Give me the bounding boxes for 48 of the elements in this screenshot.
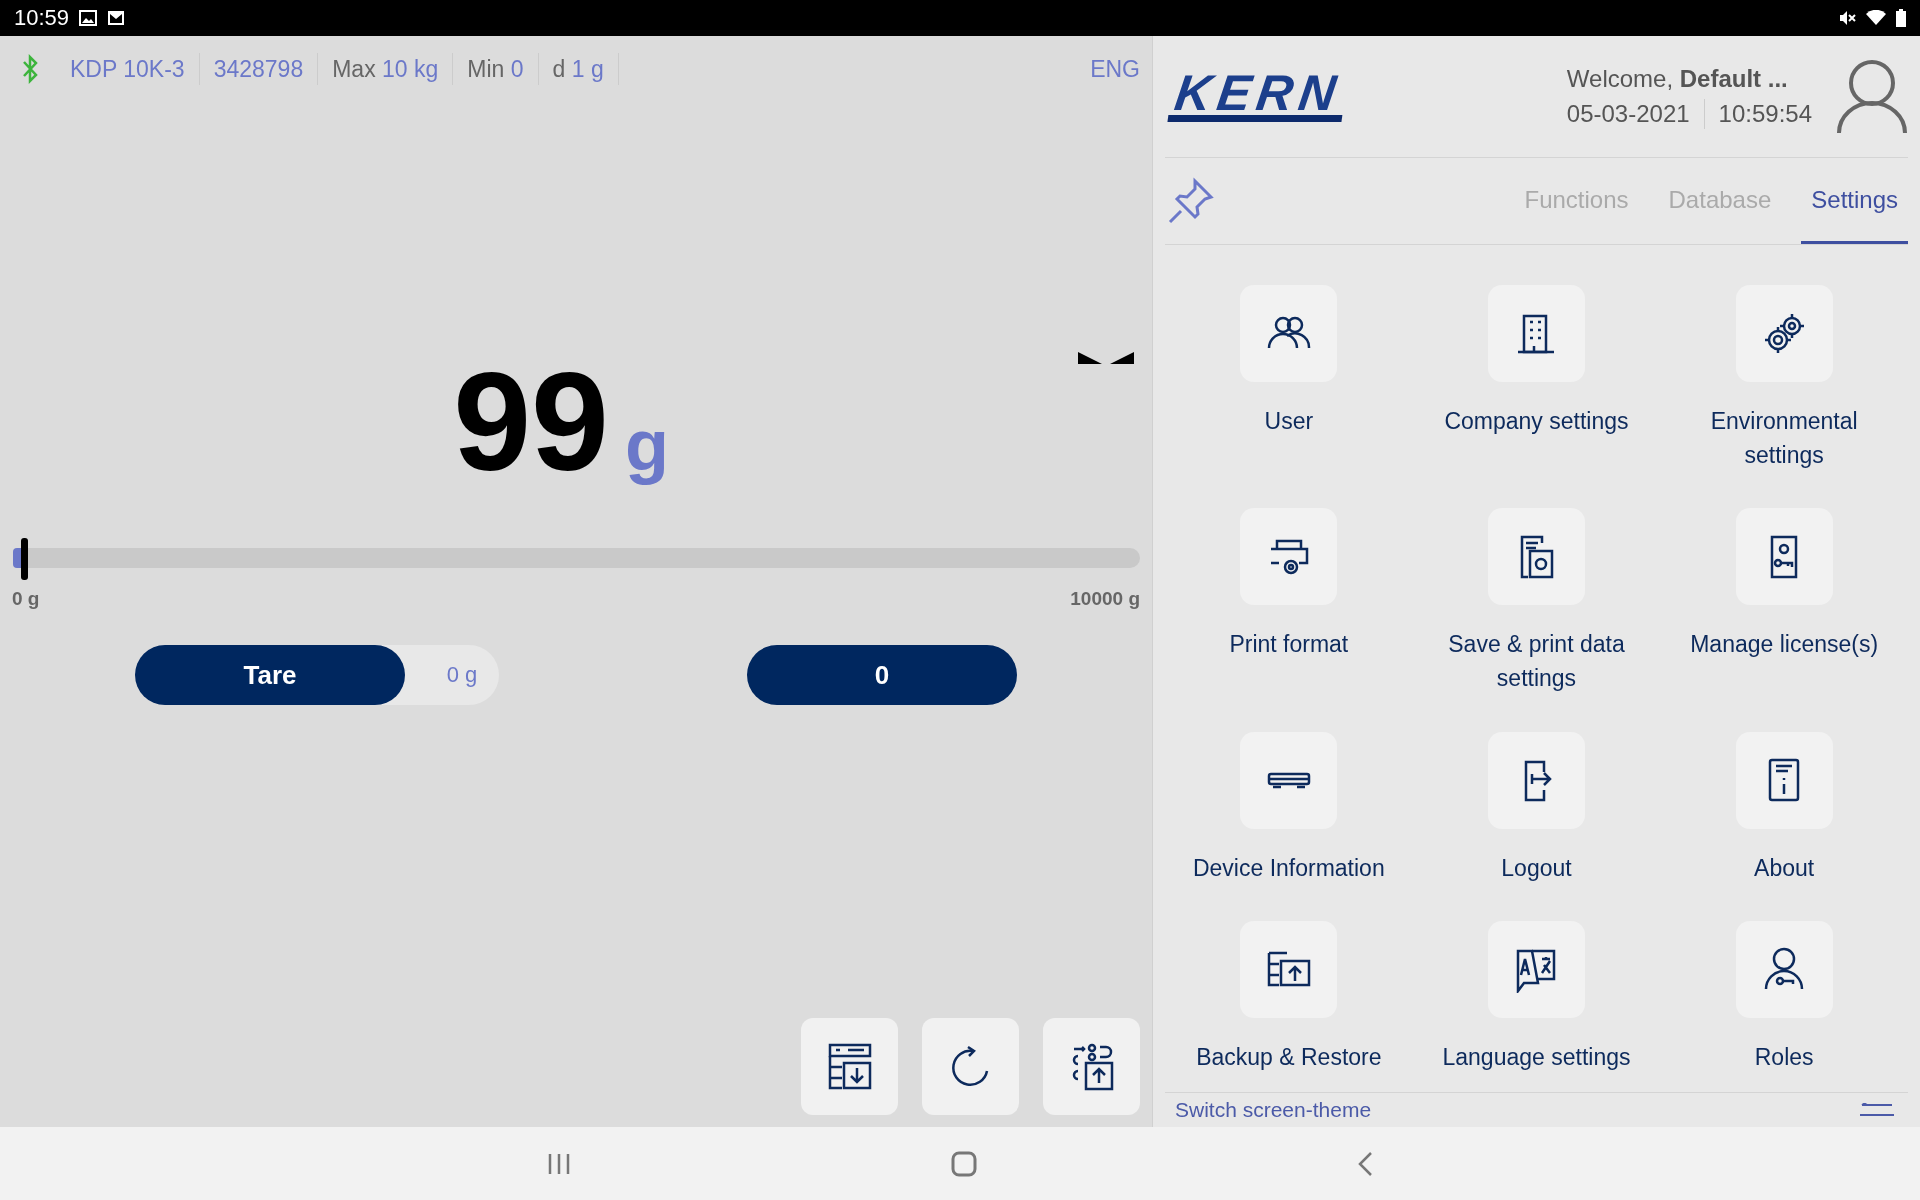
import-button[interactable] <box>801 1018 898 1115</box>
wifi-icon <box>1866 10 1886 26</box>
switch-theme-link[interactable]: Switch screen-theme <box>1175 1098 1372 1122</box>
scale-info: 3428798 <box>199 53 319 85</box>
scale-info: Min 0 <box>453 53 539 85</box>
min-label: 0 g <box>12 588 40 610</box>
scale-info: Max 10 kg <box>318 53 454 85</box>
pin-icon[interactable] <box>1167 177 1215 225</box>
settings-item[interactable]: Device Information <box>1165 731 1413 903</box>
kern-logo: KERN <box>1167 71 1349 122</box>
stability-icon <box>1078 350 1134 366</box>
home-icon[interactable] <box>951 1150 977 1177</box>
settings-item[interactable]: Logout <box>1412 731 1661 903</box>
refresh-button[interactable] <box>922 1018 1019 1115</box>
zero-button[interactable]: 0 <box>747 645 1017 705</box>
bluetooth-icon <box>22 54 38 84</box>
date-text: 05-03-2021 <box>1566 99 1690 128</box>
recent-apps-icon[interactable] <box>547 1152 571 1175</box>
avatar-icon[interactable] <box>1836 58 1908 135</box>
image-icon <box>79 10 98 26</box>
welcome-text: Welcome, Default ... <box>1566 64 1788 93</box>
settings-item[interactable]: Environmental settings <box>1660 285 1908 491</box>
settings-item[interactable]: Backup & Restore <box>1165 920 1413 1092</box>
mute-icon <box>1838 10 1856 26</box>
settings-item[interactable]: User <box>1165 285 1413 491</box>
tab[interactable]: Settings <box>1801 158 1908 244</box>
mail-icon <box>107 10 126 26</box>
weight-value: 99 <box>453 352 609 492</box>
settings-item[interactable]: Manage license(s) <box>1660 508 1908 714</box>
scale-info: KDP 10K-3 <box>56 53 200 85</box>
settings-item[interactable]: Language settings <box>1412 920 1661 1092</box>
tare-button[interactable]: Tare <box>135 645 405 705</box>
export-button[interactable] <box>1043 1018 1140 1115</box>
status-time: 10:59 <box>14 5 70 31</box>
time-text: 10:59:54 <box>1718 99 1812 128</box>
settings-item[interactable]: Print format <box>1165 508 1413 714</box>
settings-item[interactable]: Save & print data settings <box>1412 508 1661 714</box>
settings-item[interactable]: Roles <box>1660 920 1908 1092</box>
tare-value: 0 g <box>445 662 479 688</box>
max-label: 10000 g <box>1070 588 1140 610</box>
settings-item[interactable]: About <box>1660 731 1908 903</box>
back-icon[interactable] <box>1357 1150 1373 1177</box>
server-download-icon <box>827 1042 872 1091</box>
menu-icon[interactable] <box>1860 1103 1894 1117</box>
battery-icon <box>1896 9 1906 27</box>
weight-unit: g <box>624 404 669 486</box>
settings-item[interactable]: Company settings <box>1412 285 1661 491</box>
scale-info: d 1 g <box>538 53 619 85</box>
